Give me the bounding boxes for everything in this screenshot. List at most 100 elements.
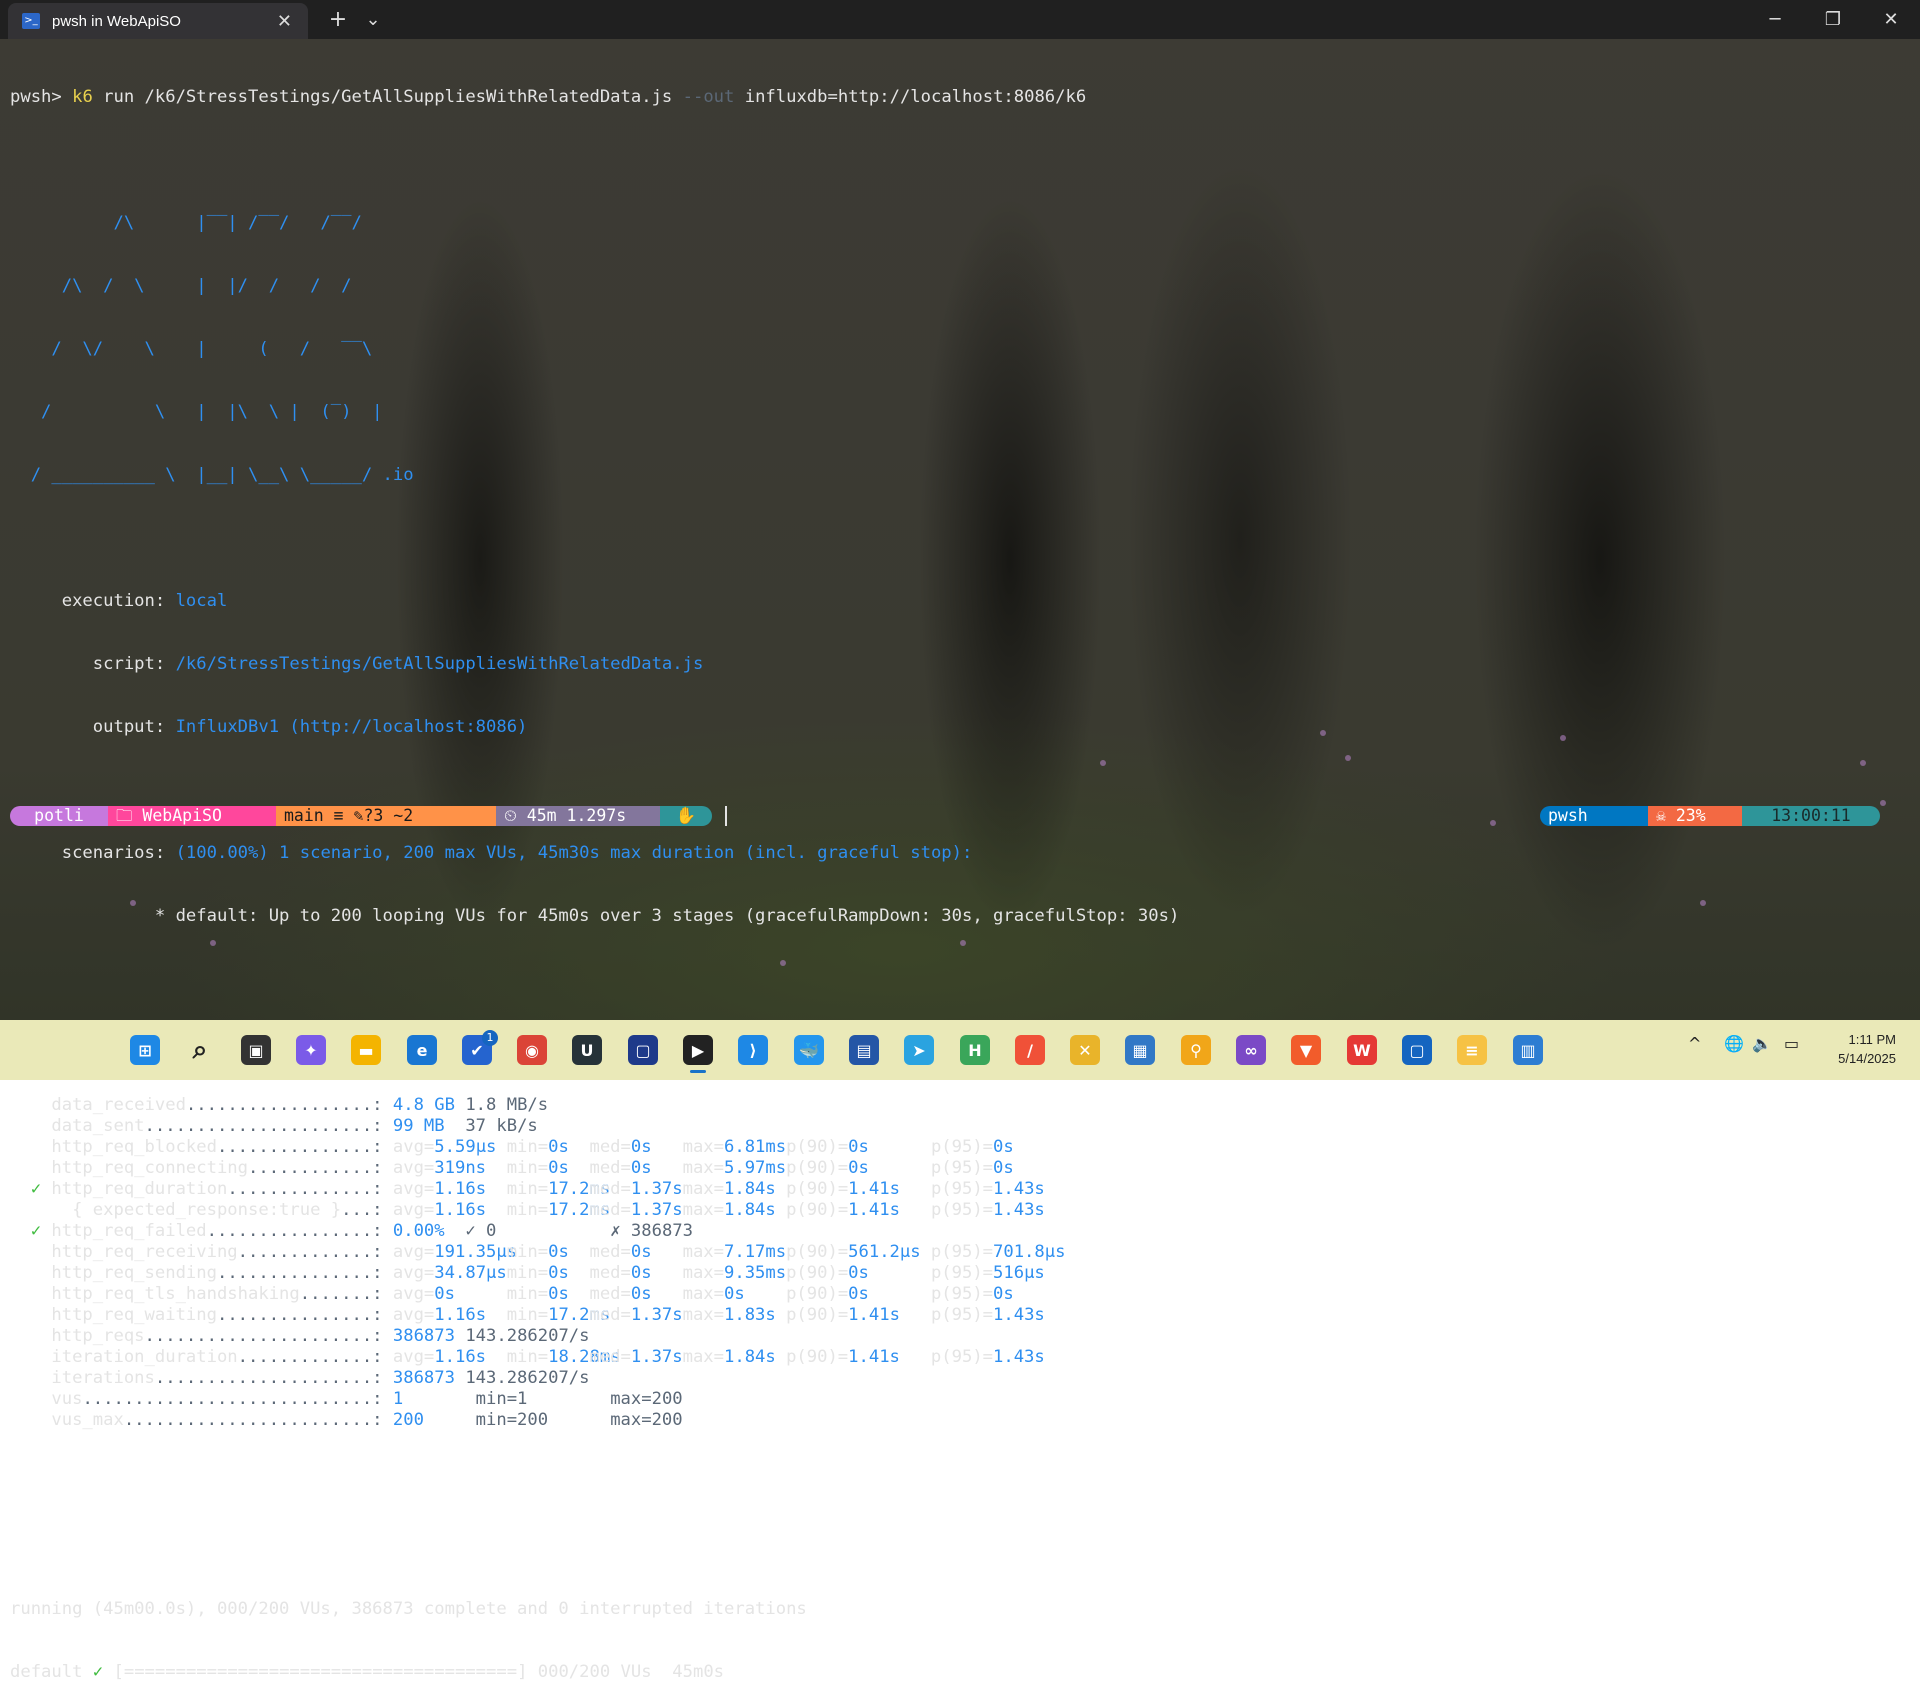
hyper-icon[interactable]: H	[960, 1035, 990, 1065]
metric-stat: min=17.2ms	[507, 1200, 611, 1221]
scenarios-label: scenarios:	[10, 843, 176, 863]
floppy-icon[interactable]: ▤	[849, 1035, 879, 1065]
wps-icon[interactable]: W	[1347, 1035, 1377, 1065]
metric-stat-key: p(95)=	[930, 1284, 994, 1304]
metric-dots: ......................:	[144, 1116, 393, 1136]
language-icon[interactable]: 🌐	[1724, 1034, 1744, 1053]
new-tab-button[interactable]: +	[320, 0, 356, 39]
metric-stat-key: avg=	[392, 1347, 435, 1367]
edge-icon[interactable]: e	[407, 1035, 437, 1065]
tab-dropdown-button[interactable]: ⌄	[358, 0, 388, 39]
text-cursor	[725, 806, 727, 826]
metric-stat-key: med=	[589, 1137, 631, 1157]
visual-studio-icon[interactable]: ∞	[1236, 1035, 1266, 1065]
chrome-icon[interactable]: ◉	[517, 1035, 547, 1065]
metric-name: http_req_tls_handshaking	[51, 1284, 300, 1304]
metric-dots: .............:	[237, 1242, 393, 1262]
windows-start-icon[interactable]: ⊞	[130, 1035, 160, 1065]
metric-stat-value: 1.37s	[630, 1305, 683, 1325]
check-icon: ✓	[92, 1662, 104, 1682]
metric-stat: avg=1.16s	[393, 1305, 507, 1326]
active-app-indicator	[690, 1070, 706, 1073]
execution-value: local	[175, 591, 228, 611]
metric-stat-key: p(95)=	[930, 1158, 994, 1178]
terminal-icon[interactable]: ▶	[683, 1035, 713, 1065]
metric-stat-key: p(95)=	[930, 1242, 994, 1262]
metric-stat: max=6.81ms	[683, 1137, 787, 1158]
metric-stat-value: 1.16s	[434, 1305, 487, 1325]
metric-name: http_req_failed	[51, 1221, 207, 1241]
minimize-button[interactable]: ─	[1752, 0, 1798, 39]
search-icon[interactable]: ⌕	[185, 1035, 215, 1065]
magnifier-icon[interactable]: ⚲	[1181, 1035, 1211, 1065]
task-view-icon[interactable]: ▣	[241, 1035, 271, 1065]
vysor-icon[interactable]: ▢	[1402, 1035, 1432, 1065]
vscode-icon[interactable]: ⟩	[738, 1035, 768, 1065]
telegram-icon[interactable]: ➤	[904, 1035, 934, 1065]
metric-stat-key: max=	[682, 1263, 725, 1283]
metric-stat-key: med=	[589, 1158, 631, 1178]
tray-chevron-icon[interactable]: ^	[1688, 1034, 1701, 1053]
metric-stat: max=1.84s	[683, 1200, 786, 1221]
docker-icon[interactable]: 🐳	[794, 1035, 824, 1065]
metric-stat-key: avg=	[392, 1179, 435, 1199]
tab-pwsh[interactable]: >_ pwsh in WebApiSO ✕	[8, 3, 308, 39]
metric-stat-value: 0s	[630, 1263, 652, 1283]
notepad-icon[interactable]: ≡	[1457, 1035, 1487, 1065]
metric-stat-value: 1.41s	[848, 1347, 900, 1367]
upnote-icon[interactable]: U	[572, 1035, 602, 1065]
file-explorer-icon[interactable]: ▬	[351, 1035, 381, 1065]
metric-stat-value: 0s	[848, 1284, 869, 1304]
copilot-icon[interactable]: ✦	[296, 1035, 326, 1065]
metric-row: http_req_connecting............: avg=319…	[10, 1158, 1910, 1179]
metric-dots: ......................:	[144, 1326, 393, 1346]
metric-row: data_sent......................: 99 MB 3…	[10, 1116, 1910, 1137]
volume-icon[interactable]: 🔈	[1752, 1034, 1772, 1053]
metric-stat: p(90)=1.41s	[786, 1200, 931, 1221]
prompt-folder-segment: 🗀 WebApiSO	[108, 806, 276, 826]
metric-stat-value: 1.41s	[848, 1305, 900, 1325]
metric-dots: ................:	[206, 1221, 393, 1241]
metric-stat-value: 34.87µs	[434, 1263, 507, 1283]
taskbar-clock[interactable]: 1:11 PM 5/14/2025	[1826, 1030, 1896, 1068]
metric-stat-value: 0s	[848, 1263, 869, 1283]
git-extensions-icon[interactable]: ✕	[1070, 1035, 1100, 1065]
metric-stat-key: max=	[682, 1242, 724, 1262]
metric-stat-value: 1.37s	[630, 1200, 683, 1220]
tab-close-icon[interactable]: ✕	[277, 11, 292, 32]
obsidian-icon[interactable]: ▢	[628, 1035, 658, 1065]
metric-row: http_req_sending...............: avg=34.…	[10, 1263, 1910, 1284]
output-line: output: InfluxDBv1 (http://localhost:808…	[10, 717, 1910, 738]
metric-row: http_req_waiting...............: avg=1.1…	[10, 1305, 1910, 1326]
rdm-icon[interactable]: ▦	[1125, 1035, 1155, 1065]
metric-stat-value: 701.8µs	[993, 1242, 1066, 1262]
metric-stat-value: 7.17ms	[724, 1242, 787, 1262]
default-label: default	[10, 1662, 93, 1682]
swift-icon[interactable]: /	[1015, 1035, 1045, 1065]
metric-stat-key: min=	[506, 1242, 549, 1262]
prompt-text: pwsh>	[10, 87, 73, 107]
battery-icon[interactable]: ▭	[1784, 1034, 1799, 1053]
metric-stat: min=0s	[507, 1158, 590, 1179]
metric-value: 1.8 MB/s	[454, 1095, 549, 1115]
metric-stat-value: 1.37s	[630, 1179, 683, 1199]
metric-dots: ...............:	[216, 1263, 393, 1283]
metric-value: 1	[392, 1389, 404, 1409]
close-button[interactable]: ✕	[1868, 0, 1914, 39]
maximize-button[interactable]: ❐	[1810, 0, 1856, 39]
metric-stat-key: max=	[682, 1200, 725, 1220]
metric-stat: p(90)=0s	[786, 1284, 931, 1305]
metric-value: 386873	[392, 1368, 455, 1388]
brave-icon[interactable]: ▼	[1291, 1035, 1321, 1065]
notification-badge: 1	[482, 1030, 498, 1046]
metric-stat-value: 1.84s	[724, 1200, 776, 1220]
metric-stat-key: p(95)=	[930, 1200, 994, 1220]
metric-stat-value: 1.16s	[434, 1347, 487, 1367]
taskmgr-icon[interactable]: ▥	[1513, 1035, 1543, 1065]
prompt-user-segment: potli	[10, 806, 108, 826]
metric-name: vus	[51, 1389, 83, 1409]
metric-stat-key: avg=	[392, 1284, 435, 1304]
metric-stat-key: avg=	[392, 1158, 435, 1178]
terminal-output[interactable]: pwsh> k6 run /k6/StressTestings/GetAllSu…	[10, 45, 1910, 1704]
prompt-shell-segment: pwsh	[1540, 806, 1648, 826]
